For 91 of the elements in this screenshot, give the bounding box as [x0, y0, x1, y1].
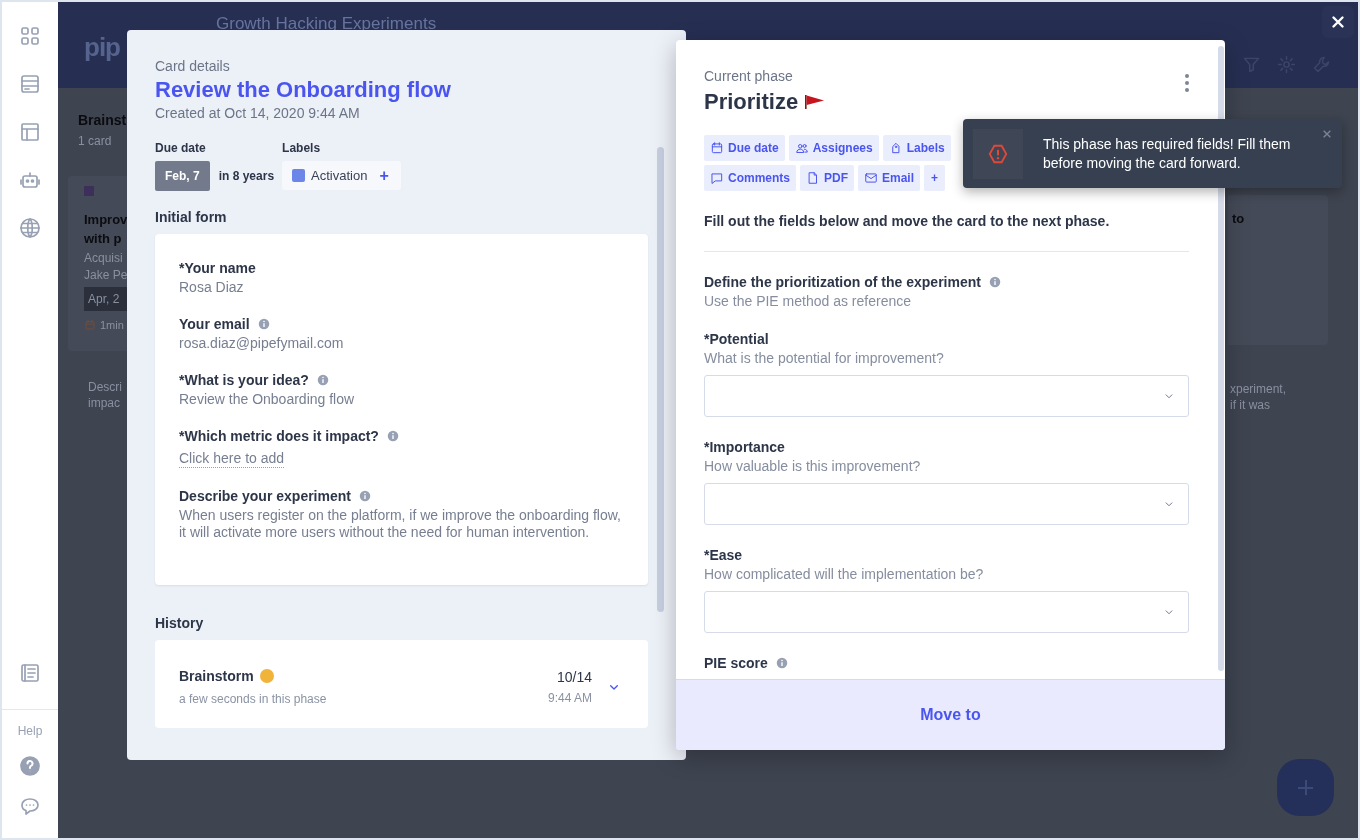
description-text: xperiment, [1230, 381, 1288, 397]
field-label: *What is your idea? [179, 372, 309, 388]
wrench-icon[interactable] [1311, 54, 1332, 75]
dashboard-icon[interactable] [18, 24, 42, 48]
toast-message: This phase has required fields! Fill them before moving the card forward. [1043, 134, 1292, 173]
close-icon[interactable] [1322, 129, 1332, 139]
pipe-card[interactable]: Improv with p Acquisi Jake Pe Apr, 2 1min [68, 176, 127, 351]
section-hint: Use the PIE method as reference [704, 293, 912, 309]
field-label: *Importance [704, 439, 785, 455]
duration-text: a few seconds in this phase [179, 692, 328, 706]
action-button[interactable]: Assignees [788, 135, 879, 161]
created-date: Created at Oct 14, 2020 9:44 AM [155, 105, 361, 121]
field-label: *Your name [179, 260, 256, 276]
people-icon [794, 141, 809, 155]
due-date-chip[interactable]: Feb, 7 [155, 161, 210, 191]
section-heading: Initial form [155, 209, 228, 225]
field-value: Review the Onboarding flow [179, 391, 356, 408]
labels-field[interactable]: Activation + [282, 161, 401, 190]
assignee-name: Jake Pe [84, 268, 127, 282]
alert-icon [973, 128, 1023, 179]
field-label: PIE score [704, 655, 768, 671]
tag-mark [84, 186, 94, 196]
action-button[interactable]: Due date [704, 135, 785, 161]
history-time: 9:44 AM [547, 691, 592, 705]
history-date: 10/14 [555, 669, 592, 685]
action-button[interactable]: Labels [882, 135, 951, 161]
select-field[interactable] [704, 591, 1189, 633]
due-relative: in 8 years [218, 169, 275, 183]
select-field[interactable] [704, 483, 1189, 525]
section-heading: History [155, 615, 205, 631]
field-hint: How valuable is this improvement? [704, 458, 922, 474]
field-label: Describe your experiment [179, 488, 351, 504]
more-options-icon[interactable] [1185, 74, 1189, 92]
help-label: Help [17, 724, 43, 738]
action-button[interactable]: PDF [800, 165, 854, 191]
section-title: Define the prioritization of the experiment [704, 274, 981, 290]
close-icon [1330, 14, 1346, 30]
field-label: *Which metric does it impact? [179, 428, 379, 444]
close-button[interactable] [1322, 6, 1354, 38]
card-title: with p [84, 230, 123, 248]
move-to-button[interactable]: Move to [676, 679, 1225, 750]
layout-icon[interactable] [18, 120, 42, 144]
card-title: Review the Onboarding flow [155, 77, 452, 103]
help-icon[interactable] [18, 754, 42, 778]
description-text: if it was [1230, 397, 1271, 413]
database-icon[interactable] [18, 72, 42, 96]
field-label: Your email [179, 316, 250, 332]
field-value: When users register on the platform, if we improve the onboarding flow, it will activate more users without the need for human intervention. [179, 507, 622, 541]
add-link[interactable]: Click here to add [179, 450, 285, 468]
field-hint: What is the potential for improvement? [704, 350, 945, 366]
history-item[interactable]: Brainstorm a few seconds in this phase 10/14 9:44 AM [155, 640, 648, 728]
add-label-button[interactable]: + [379, 169, 389, 182]
calendar-icon [710, 141, 724, 155]
scrollbar[interactable] [657, 147, 664, 612]
card-count: 1 card [78, 134, 113, 148]
phase-title: Prioritize [704, 89, 799, 115]
field-hint: How complicated will the implementation be? [704, 566, 985, 582]
field-label: *Potential [704, 331, 769, 347]
instructions-text: Fill out the fields below and move the card to the next phase. [704, 213, 1111, 229]
flag-icon [804, 94, 827, 110]
field-value: rosa.diaz@pipefymail.com [179, 335, 345, 352]
logo: pip [84, 32, 120, 63]
panel-heading: Card details [155, 58, 231, 74]
card-title: to [1232, 211, 1246, 226]
add-button[interactable]: + [924, 165, 946, 191]
settings-icon[interactable] [1276, 54, 1297, 75]
due-date-chip: Apr, 2 [84, 287, 127, 311]
card-title: Improv [84, 211, 127, 229]
field-label: *Ease [704, 547, 743, 563]
emoji-icon [259, 669, 274, 683]
action-button[interactable]: Comments [704, 165, 796, 191]
select-field[interactable] [704, 375, 1189, 417]
time-text: 1min [100, 319, 124, 331]
label-name: Activation [311, 168, 368, 183]
action-button[interactable]: Email [858, 165, 921, 191]
description-text: Descri [88, 379, 123, 395]
phase-title: Brainst [78, 112, 128, 128]
description-text: impac [88, 395, 121, 411]
globe-icon[interactable] [18, 216, 42, 240]
field-value: Rosa Diaz [179, 279, 245, 296]
news-icon[interactable] [18, 661, 42, 685]
comment-icon [710, 171, 724, 185]
field-label: Labels [282, 141, 322, 155]
phase-name: Brainstorm [179, 668, 254, 684]
panel-heading: Current phase [704, 68, 793, 84]
document-icon [806, 171, 820, 185]
card-subtitle: Acquisi [84, 251, 124, 265]
board-title: Growth Hacking Experiments [216, 14, 437, 34]
field-label: Due date [155, 141, 207, 155]
add-button[interactable] [1277, 759, 1334, 816]
envelope-icon [864, 171, 878, 185]
